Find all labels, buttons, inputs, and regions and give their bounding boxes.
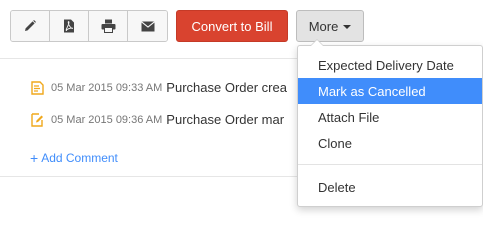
print-button[interactable]	[89, 11, 128, 41]
history-timestamp: 05 Mar 2015 09:33 AM	[51, 81, 163, 94]
convert-to-bill-button[interactable]: Convert to Bill	[176, 10, 288, 42]
history-message: Purchase Order mar	[166, 112, 285, 127]
edit-button[interactable]	[11, 11, 50, 41]
more-dropdown-menu: Expected Delivery Date Mark as Cancelled…	[297, 39, 483, 207]
pdf-icon	[63, 19, 75, 33]
envelope-icon	[140, 20, 155, 32]
menu-item-label: Delete	[318, 179, 356, 195]
convert-to-bill-label: Convert to Bill	[191, 18, 273, 34]
menu-item-mark-as-cancelled[interactable]: Mark as Cancelled	[298, 78, 482, 104]
menu-item-attach-file[interactable]: Attach File	[298, 104, 482, 130]
menu-item-clone[interactable]: Clone	[298, 130, 482, 156]
menu-item-label: Clone	[318, 135, 352, 151]
menu-item-label: Mark as Cancelled	[318, 83, 426, 99]
history-timestamp: 05 Mar 2015 09:36 AM	[51, 113, 163, 126]
pencil-icon	[23, 19, 37, 33]
menu-item-label: Attach File	[318, 109, 380, 125]
menu-item-label: Expected Delivery Date	[318, 57, 454, 73]
add-comment-label: Add Comment	[41, 151, 118, 165]
menu-divider	[298, 164, 482, 165]
toolbar: Convert to Bill More	[0, 0, 483, 48]
action-icon-group	[10, 10, 168, 42]
menu-item-delete[interactable]: Delete	[298, 174, 482, 200]
history-item: 05 Mar 2015 09:36 AM Purchase Order mar	[30, 112, 284, 127]
add-comment-link[interactable]: + Add Comment	[30, 150, 118, 166]
caret-down-icon	[343, 24, 352, 29]
history-item: 05 Mar 2015 09:33 AM Purchase Order crea	[30, 80, 287, 95]
menu-item-expected-delivery-date[interactable]: Expected Delivery Date	[298, 52, 482, 78]
more-button[interactable]: More	[296, 10, 364, 42]
email-button[interactable]	[128, 11, 167, 41]
history-message: Purchase Order crea	[166, 80, 287, 95]
more-label: More	[308, 18, 339, 34]
note-icon	[30, 80, 44, 95]
printer-icon	[101, 19, 116, 33]
edit-note-icon	[30, 112, 44, 127]
pdf-button[interactable]	[50, 11, 89, 41]
plus-icon: +	[30, 150, 39, 166]
